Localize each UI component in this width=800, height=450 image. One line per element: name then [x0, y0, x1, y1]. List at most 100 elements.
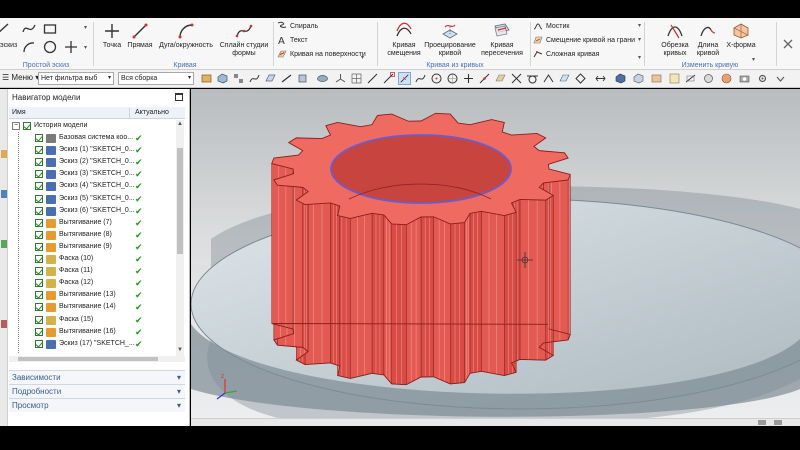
- curve-length-button[interactable]: Длина кривой: [692, 22, 724, 58]
- bridge-curve-button[interactable]: Мостик: [533, 21, 569, 33]
- work-layer-icon[interactable]: [668, 72, 681, 85]
- snap-point-on-surface-icon[interactable]: [558, 72, 571, 85]
- snap-on-face-icon[interactable]: [494, 72, 507, 85]
- snap-arc-center-icon[interactable]: [430, 72, 443, 85]
- tree-node-feature[interactable]: Эскиз (1) "SKETCH_0... ✔: [9, 144, 176, 156]
- text-button[interactable]: A Текст: [277, 35, 308, 47]
- ribbon-dropdown-arrow[interactable]: ▾: [84, 24, 87, 31]
- rectangle-tool-icon[interactable]: [43, 22, 57, 36]
- visibility-checkbox[interactable]: [35, 206, 43, 215]
- line-tool-icon[interactable]: [0, 22, 10, 36]
- select-curves-icon[interactable]: [248, 72, 261, 85]
- tree-node-feature[interactable]: Эскиз (17) "SKETCH_... ✔: [9, 338, 176, 350]
- visibility-checkbox[interactable]: [35, 267, 43, 276]
- arc-circle-button[interactable]: Дуга/окружность: [155, 22, 217, 50]
- arc-tool-icon[interactable]: [22, 40, 36, 54]
- visibility-checkbox[interactable]: [35, 303, 43, 312]
- resource-roles-icon[interactable]: [0, 239, 8, 249]
- tree-node-feature[interactable]: Эскиз (4) "SKETCH_0... ✔: [9, 180, 176, 192]
- graphics-viewport[interactable]: z: [191, 89, 800, 426]
- render-style-icon[interactable]: [650, 72, 663, 85]
- settings-icon[interactable]: [756, 72, 769, 85]
- tree-node-feature[interactable]: Фаска (12) ✔: [9, 277, 176, 289]
- visibility-checkbox[interactable]: [35, 158, 43, 167]
- visibility-checkbox[interactable]: [35, 279, 43, 288]
- scope-select[interactable]: Вся сборка ▾: [118, 72, 194, 85]
- selected-bore-edge[interactable]: [330, 134, 512, 204]
- scroll-up-icon[interactable]: ▲: [177, 121, 183, 127]
- menu-button[interactable]: ☰ Меню ▾: [2, 73, 39, 82]
- resource-history-icon[interactable]: [0, 189, 8, 199]
- maximize-panel-icon[interactable]: [175, 93, 183, 101]
- select-bodies-icon[interactable]: [216, 72, 229, 85]
- ribbon-dropdown-arrow[interactable]: ▾: [638, 22, 641, 29]
- visibility-checkbox[interactable]: [35, 255, 43, 264]
- curve-on-surface-button[interactable]: Кривая на поверхности: [277, 49, 366, 61]
- visibility-checkbox[interactable]: [35, 170, 43, 179]
- select-sheets-icon[interactable]: [316, 72, 329, 85]
- visibility-checkbox[interactable]: [35, 194, 43, 203]
- section-dependencies[interactable]: Зависимости ▾: [9, 370, 185, 384]
- tree-node-model-history[interactable]: − История модели: [9, 120, 176, 132]
- visibility-checkbox[interactable]: [35, 218, 43, 227]
- visibility-checkbox[interactable]: [35, 315, 43, 324]
- color-icon[interactable]: [720, 72, 733, 85]
- trim-curve-button[interactable]: Обрезка кривых: [658, 22, 692, 58]
- snap-quadrant-icon[interactable]: [446, 72, 459, 85]
- section-details[interactable]: Подробности ▾: [9, 384, 185, 398]
- edit-section-icon[interactable]: [684, 72, 697, 85]
- column-name-header[interactable]: Имя: [12, 107, 26, 119]
- visibility-checkbox[interactable]: [35, 146, 43, 155]
- scrollbar-thumb[interactable]: [177, 148, 183, 254]
- tree-node-feature[interactable]: Вытягивание (9) ✔: [9, 241, 176, 253]
- ribbon-dropdown-arrow[interactable]: ▾: [638, 36, 641, 43]
- shaded-view-icon[interactable]: [614, 72, 627, 85]
- type-filter-select[interactable]: Нет фильтра выб ▾: [38, 72, 114, 85]
- tree-node-feature[interactable]: Фаска (11) ✔: [9, 265, 176, 277]
- snap-endpoint-icon[interactable]: [382, 72, 395, 85]
- tree-node-feature[interactable]: Фаска (10) ✔: [9, 253, 176, 265]
- ribbon-dropdown-arrow[interactable]: ▾: [361, 54, 364, 61]
- snap-tangent-icon[interactable]: [526, 72, 539, 85]
- tree-node-feature[interactable]: Фаска (15) ✔: [9, 314, 176, 326]
- spline-tool-icon[interactable]: [22, 22, 36, 36]
- snap-pole-icon[interactable]: [542, 72, 555, 85]
- visibility-checkbox[interactable]: [35, 327, 43, 336]
- column-divider[interactable]: [129, 108, 130, 118]
- view-triad-icon[interactable]: [334, 72, 347, 85]
- snap-on-curve-icon[interactable]: [478, 72, 491, 85]
- snap-control-point-icon[interactable]: [414, 72, 427, 85]
- tree-node-feature[interactable]: Вытягивание (14) ✔: [9, 301, 176, 313]
- collapse-icon[interactable]: −: [12, 122, 20, 130]
- project-curve-button[interactable]: Проецирование кривой: [424, 22, 476, 58]
- intersection-curve-button[interactable]: Кривая пересечения: [478, 22, 526, 58]
- tree-node-feature[interactable]: Базовая система коо... ✔: [9, 132, 176, 144]
- ribbon-overflow-icon[interactable]: [782, 38, 794, 50]
- scroll-down-icon[interactable]: ▼: [177, 347, 183, 353]
- helix-button[interactable]: Спираль: [277, 21, 318, 33]
- offset-curve-button[interactable]: Кривая смещения: [382, 22, 426, 58]
- select-faces-icon[interactable]: [264, 72, 277, 85]
- snap-intersection-icon[interactable]: [510, 72, 523, 85]
- tree-node-feature[interactable]: Вытягивание (7) ✔: [9, 217, 176, 229]
- snap-bounded-grid-icon[interactable]: [574, 72, 587, 85]
- visibility-checkbox[interactable]: [35, 182, 43, 191]
- column-status-header[interactable]: Актуально: [135, 107, 169, 119]
- snap-curve-icon[interactable]: [366, 72, 379, 85]
- line-button[interactable]: Прямая: [125, 22, 155, 50]
- snap-midpoint-icon[interactable]: [398, 72, 411, 85]
- select-edges-icon[interactable]: [280, 72, 293, 85]
- visibility-checkbox[interactable]: [35, 291, 43, 300]
- ribbon-dropdown-arrow[interactable]: ▾: [638, 54, 641, 61]
- visibility-checkbox[interactable]: [35, 134, 43, 143]
- resource-web-icon[interactable]: [0, 319, 8, 329]
- snap-distance-icon[interactable]: [594, 72, 607, 85]
- visibility-checkbox[interactable]: [23, 122, 31, 130]
- tree-node-feature[interactable]: Вытягивание (13) ✔: [9, 289, 176, 301]
- composite-curve-button[interactable]: Сложная кривая: [533, 49, 599, 61]
- tree-node-feature[interactable]: Эскиз (3) "SKETCH_0... ✔: [9, 168, 176, 180]
- tree-node-feature[interactable]: Вытягивание (8) ✔: [9, 229, 176, 241]
- visibility-checkbox[interactable]: [35, 230, 43, 239]
- select-components-icon[interactable]: [232, 72, 245, 85]
- scrollbar-thumb[interactable]: [18, 357, 158, 361]
